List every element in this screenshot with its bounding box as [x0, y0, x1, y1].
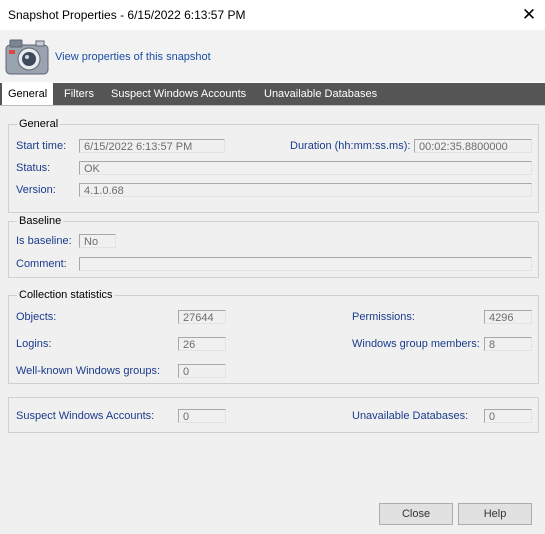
general-group: General Start time: 6/15/2022 6:13:57 PM…: [8, 118, 539, 213]
help-button[interactable]: Help: [458, 503, 532, 525]
logins-value: 26: [178, 337, 226, 351]
baseline-group: Baseline Is baseline: No Comment:: [8, 215, 539, 278]
permissions-value: 4296: [484, 310, 532, 324]
tab-suspect-windows-accounts[interactable]: Suspect Windows Accounts: [105, 83, 252, 105]
comment-label: Comment:: [16, 258, 67, 270]
objects-value: 27644: [178, 310, 226, 324]
logins-label: Logins:: [16, 338, 52, 350]
status-label: Status:: [16, 162, 51, 174]
start-time-value: 6/15/2022 6:13:57 PM: [79, 139, 225, 153]
well-known-windows-groups-label: Well-known Windows groups:: [16, 365, 161, 377]
view-properties-link[interactable]: View properties of this snapshot: [55, 51, 211, 63]
comment-value: [79, 257, 532, 271]
suspect-windows-accounts-value: 0: [178, 409, 226, 423]
dialog-footer: Close Help: [0, 494, 545, 534]
header-banner: View properties of this snapshot: [0, 30, 545, 82]
suspect-windows-accounts-label: Suspect Windows Accounts:: [16, 410, 155, 422]
close-icon[interactable]: ✕: [515, 2, 543, 28]
duration-value: 00:02:35.8800000: [414, 139, 532, 153]
unavailable-databases-value: 0: [484, 409, 532, 423]
tab-filters[interactable]: Filters: [58, 83, 100, 105]
tab-unavailable-databases[interactable]: Unavailable Databases: [258, 83, 383, 105]
general-tab-panel: General Start time: 6/15/2022 6:13:57 PM…: [0, 105, 545, 495]
collection-statistics-legend: Collection statistics: [17, 289, 115, 301]
title-bar: Snapshot Properties - 6/15/2022 6:13:57 …: [0, 0, 545, 30]
tab-strip: General Filters Suspect Windows Accounts…: [0, 83, 545, 106]
general-legend: General: [17, 118, 61, 130]
well-known-windows-groups-value: 0: [178, 364, 226, 378]
windows-group-members-value: 8: [484, 337, 532, 351]
baseline-legend: Baseline: [17, 215, 64, 227]
permissions-label: Permissions:: [352, 311, 415, 323]
duration-label: Duration (hh:mm:ss.ms):: [290, 140, 411, 152]
unavailable-databases-label: Unavailable Databases:: [352, 410, 469, 422]
windows-group-members-label: Windows group members:: [352, 338, 480, 350]
is-baseline-value: No: [79, 234, 116, 248]
is-baseline-label: Is baseline:: [16, 235, 72, 247]
suspect-accounts-group: Suspect Windows Accounts: 0 Unavailable …: [8, 397, 539, 433]
window-title: Snapshot Properties - 6/15/2022 6:13:57 …: [8, 8, 246, 22]
status-value: OK: [79, 161, 532, 175]
collection-statistics-group: Collection statistics Objects: 27644 Per…: [8, 289, 539, 384]
objects-label: Objects:: [16, 311, 57, 323]
close-button[interactable]: Close: [379, 503, 453, 525]
tab-general[interactable]: General: [2, 83, 54, 106]
camera-icon: [5, 39, 49, 75]
version-value: 4.1.0.68: [79, 183, 532, 197]
start-time-label: Start time:: [16, 140, 67, 152]
version-label: Version:: [16, 184, 56, 196]
